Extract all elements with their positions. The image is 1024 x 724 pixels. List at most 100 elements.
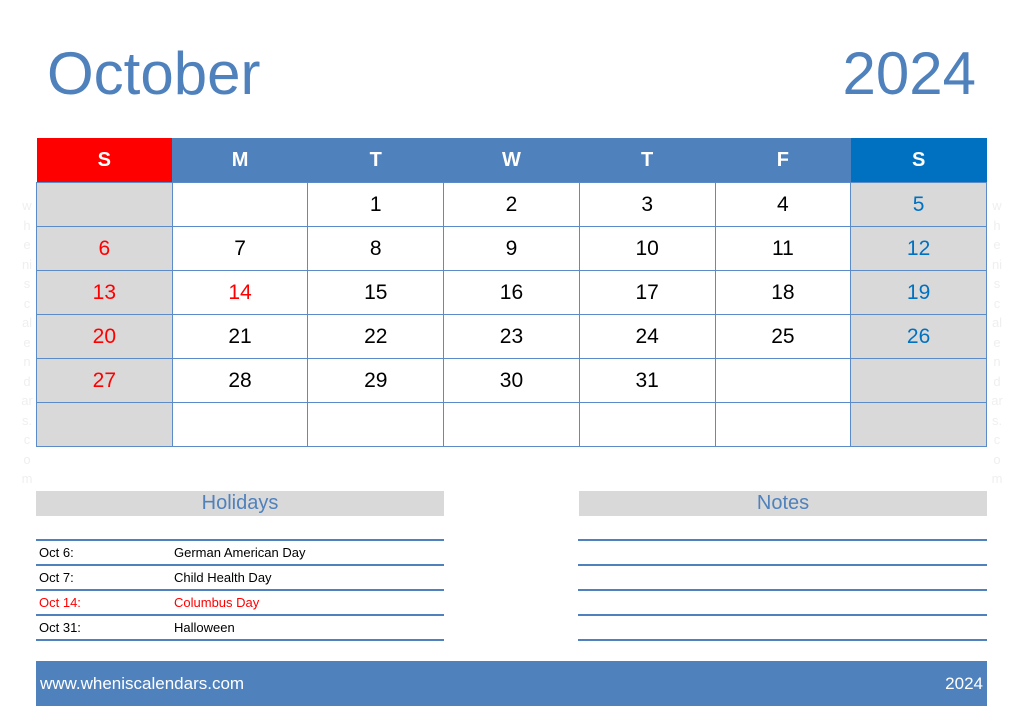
calendar-day-cell: 31 xyxy=(578,358,716,403)
watermark-char: e xyxy=(993,237,1001,252)
watermark-char: m xyxy=(21,471,33,486)
watermark-char: e xyxy=(23,334,31,350)
weekday-monday: M xyxy=(172,138,308,183)
watermark-char: ar xyxy=(991,393,1003,408)
calendar-day-cell: 11 xyxy=(714,226,852,271)
calendar-day-cell: 25 xyxy=(714,314,852,359)
watermark-char: c xyxy=(993,432,1001,447)
calendar-day-cell: 22 xyxy=(307,314,445,359)
watermark-char: c xyxy=(23,432,31,447)
watermark-char: c xyxy=(993,295,1001,311)
holiday-row-highlighted: Oct 14: Columbus Day xyxy=(36,589,444,614)
weekday-sunday: S xyxy=(36,138,173,183)
weekday-friday: F xyxy=(715,138,851,183)
calendar-empty-cell xyxy=(36,402,173,447)
calendar-week-row: 13 14 15 16 17 18 19 xyxy=(36,270,987,315)
watermark-char: e xyxy=(23,237,31,252)
watermark-char: c xyxy=(23,295,31,311)
calendar-empty-cell xyxy=(443,402,580,447)
calendar-day-cell: 9 xyxy=(443,226,580,271)
holiday-name: Child Health Day xyxy=(174,570,272,585)
calendar-day-cell: 24 xyxy=(578,314,716,359)
holiday-row: Oct 6: German American Day xyxy=(36,539,444,564)
calendar-day-cell: 15 xyxy=(307,270,445,315)
calendar-empty-cell xyxy=(307,402,445,447)
calendar-day-cell: 23 xyxy=(443,314,580,359)
calendar-day-cell: 18 xyxy=(714,270,852,315)
watermark-char: al xyxy=(21,315,33,330)
watermark-char: w xyxy=(22,198,32,213)
footer-year: 2024 xyxy=(945,674,983,693)
holidays-list: Oct 6: German American Day Oct 7: Child … xyxy=(36,539,444,641)
calendar-week-row: 27 28 29 30 31 xyxy=(36,358,987,403)
holiday-date: Oct 14: xyxy=(39,595,81,610)
holiday-row: Oct 31: Halloween xyxy=(36,614,444,641)
watermark-char: s xyxy=(23,276,31,291)
calendar-day-cell: 28 xyxy=(171,358,309,403)
year-title: 2024 xyxy=(842,40,976,107)
weekday-wednesday: W xyxy=(443,138,580,183)
calendar-empty-cell xyxy=(171,182,309,227)
watermark-char: o xyxy=(993,451,1001,467)
calendar-day-cell: 30 xyxy=(443,358,580,403)
watermark-char: al xyxy=(991,315,1003,330)
weekday-header-row: S M T W T F S xyxy=(36,138,987,183)
calendar-day-cell: 5 xyxy=(850,182,987,227)
holiday-name: Columbus Day xyxy=(174,595,260,610)
watermark-char: ni xyxy=(991,256,1003,272)
watermark-char: e xyxy=(993,334,1001,350)
calendar-day-cell: 14 xyxy=(171,270,309,315)
watermark-char: s. xyxy=(991,412,1003,428)
watermark-left: w h e ni s c al e n d ar s. c o m xyxy=(17,196,37,489)
watermark-char: ar xyxy=(21,393,33,408)
calendar-day-cell: 27 xyxy=(36,358,173,403)
calendar-day-cell: 17 xyxy=(578,270,716,315)
calendar-empty-cell xyxy=(171,402,309,447)
month-title: October xyxy=(47,40,261,107)
calendar-empty-cell xyxy=(578,402,716,447)
calendar-empty-cell xyxy=(714,358,852,403)
holidays-heading: Holidays xyxy=(36,491,444,516)
watermark-right: w h e ni s c al e n d ar s. c o m xyxy=(987,196,1007,489)
watermark-char: d xyxy=(23,373,31,389)
calendar-day-cell: 10 xyxy=(578,226,716,271)
watermark-char: s. xyxy=(21,412,33,428)
calendar-day-cell: 1 xyxy=(307,182,445,227)
watermark-char: h xyxy=(993,217,1001,233)
calendar-week-row: 12345 xyxy=(36,182,987,227)
calendar-empty-cell xyxy=(36,182,173,227)
calendar-day-cell: 21 xyxy=(171,314,309,359)
weekday-thursday: T xyxy=(579,138,716,183)
calendar-grid: S M T W T F S 1 2 3 4 5 6 7 8 9 10 11 12 13 14 15 16 17 1… xyxy=(36,138,987,447)
calendar-day-cell: 3 xyxy=(578,182,716,227)
calendar-week-row: 6 7 8 9 10 11 12 xyxy=(36,226,987,271)
holiday-date: Oct 6: xyxy=(39,545,74,560)
footer-url[interactable]: www.wheniscalendars.com xyxy=(40,661,244,706)
holiday-row: Oct 7: Child Health Day xyxy=(36,564,444,589)
watermark-char: h xyxy=(23,217,31,233)
calendar-day-cell: 13 xyxy=(36,270,173,315)
calendar-week-row: 20 21 22 23 24 25 26 xyxy=(36,314,987,359)
watermark-char: n xyxy=(993,354,1001,369)
note-line xyxy=(578,589,987,614)
holiday-date: Oct 31: xyxy=(39,620,81,635)
calendar-day-cell: 29 xyxy=(307,358,445,403)
watermark-char: w xyxy=(992,198,1002,213)
calendar-day-cell: 4 xyxy=(714,182,852,227)
calendar-day-cell: 7 xyxy=(171,226,309,271)
watermark-char: ni xyxy=(21,256,33,272)
note-line xyxy=(578,539,987,564)
calendar-day-cell: 2 xyxy=(443,182,580,227)
calendar-day-cell: 19 xyxy=(850,270,987,315)
note-line xyxy=(578,564,987,589)
notes-lines xyxy=(578,539,987,641)
calendar-day-cell: 20 xyxy=(36,314,173,359)
notes-heading: Notes xyxy=(579,491,987,516)
calendar-empty-cell xyxy=(850,358,987,403)
calendar-day-cell: 16 xyxy=(443,270,580,315)
watermark-char: n xyxy=(23,354,31,369)
watermark-char: s xyxy=(993,276,1001,291)
calendar-empty-cell xyxy=(714,402,852,447)
holiday-name: Halloween xyxy=(174,620,235,635)
calendar-day-cell: 6 xyxy=(36,226,173,271)
